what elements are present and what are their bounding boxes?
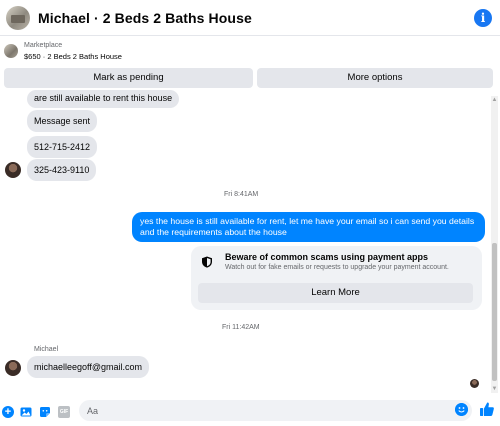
message-bubble-outgoing: yes the house is still available for ren…	[132, 212, 485, 242]
thumbs-up-icon[interactable]	[479, 401, 495, 417]
scroll-down-arrow-icon[interactable]: ▼	[491, 385, 498, 393]
shield-icon	[202, 256, 212, 268]
seen-receipt-avatar	[470, 379, 479, 388]
message-input[interactable]	[79, 400, 472, 421]
mark-pending-button[interactable]: Mark as pending	[4, 68, 253, 88]
sticker-icon[interactable]	[39, 406, 51, 418]
gif-icon[interactable]: GIF	[58, 406, 70, 418]
info-icon[interactable]: i	[474, 9, 492, 27]
image-icon[interactable]	[20, 406, 32, 418]
chat-title[interactable]: Michael · 2 Beds 2 Baths House	[38, 10, 252, 26]
marketplace-listing[interactable]: Marketplace $650 · 2 Beds 2 Baths House	[0, 38, 500, 64]
message-timestamp: Fri 8:41AM	[224, 191, 259, 198]
scam-warning-title: Beware of common scams using payment app…	[225, 252, 429, 262]
more-options-button[interactable]: More options	[257, 68, 493, 88]
listing-price-title: $650 · 2 Beds 2 Baths House	[24, 52, 122, 61]
scroll-up-arrow-icon[interactable]: ▲	[491, 96, 498, 104]
learn-more-button[interactable]: Learn More	[198, 283, 473, 303]
listing-avatar[interactable]	[6, 5, 30, 30]
message-timestamp: Fri 11:42AM	[222, 324, 260, 331]
sender-avatar[interactable]	[5, 360, 21, 376]
chat-header: Michael · 2 Beds 2 Baths House i	[0, 0, 500, 36]
message-bubble-incoming: 512-715-2412	[27, 136, 98, 158]
marketplace-label: Marketplace	[24, 42, 63, 49]
sender-name: Michael	[34, 346, 59, 353]
message-bubble-incoming[interactable]: michaelleegoff@gmail.com	[27, 356, 150, 378]
emoji-icon[interactable]	[455, 403, 468, 416]
message-bubble-incoming: are still available to rent this house	[27, 90, 180, 108]
listing-thumbnail	[4, 44, 18, 58]
message-bubble-incoming: 325-423-9110	[27, 159, 97, 181]
sender-avatar[interactable]	[5, 162, 21, 178]
scrollbar-thumb[interactable]	[492, 243, 497, 381]
plus-icon[interactable]: +	[2, 406, 14, 418]
message-bubble-incoming: Message sent	[27, 110, 98, 132]
scam-warning-card: Beware of common scams using payment app…	[191, 246, 482, 310]
scam-warning-description: Watch out for fake emails or requests to…	[225, 264, 449, 271]
